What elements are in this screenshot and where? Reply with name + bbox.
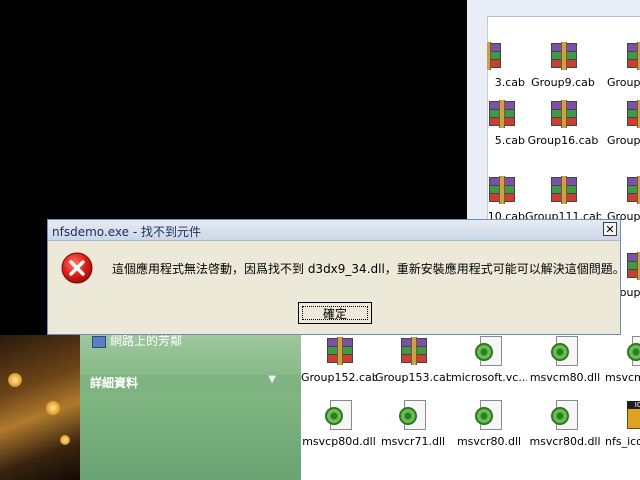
file-label: Group1 <box>607 134 640 147</box>
file-label: Group9.cab <box>531 76 595 89</box>
file-label: msvcp80d.dll <box>302 435 376 448</box>
chevron-down-icon[interactable]: ▼ <box>268 374 276 385</box>
ok-button[interactable]: 確定 <box>298 302 372 324</box>
file-item[interactable]: msvcm80.dll <box>527 335 603 384</box>
rar-archive-icon <box>547 174 579 206</box>
rar-archive-icon <box>487 174 517 206</box>
file-label: Group152.cab <box>301 371 377 384</box>
dll-file-icon <box>473 335 505 367</box>
rar-archive-icon <box>547 98 579 130</box>
file-label: nfs_ico <box>605 435 640 448</box>
file-label: microsoft.vc... <box>451 371 527 384</box>
file-item[interactable]: Group153.cab <box>375 335 451 384</box>
file-item[interactable]: Group152.cab <box>301 335 377 384</box>
rar-archive-icon <box>623 98 640 130</box>
file-item[interactable]: ICO nfs_ico <box>605 399 640 448</box>
dll-file-icon <box>397 399 429 431</box>
rar-archive-icon <box>487 98 517 130</box>
file-label: msvcm8 <box>605 371 640 384</box>
close-button[interactable]: ✕ <box>603 222 617 236</box>
file-label: msvcr71.dll <box>380 435 446 448</box>
file-label: msvcr80d.dll <box>529 435 601 448</box>
desktop-wallpaper-photo <box>0 335 80 480</box>
file-item[interactable]: microsoft.vc... <box>451 335 527 384</box>
details-title: 詳細資料 <box>90 376 139 390</box>
nfs-ico-file-icon: ICO <box>625 399 640 431</box>
file-label: Group16.cab <box>527 134 599 147</box>
file-label: Group153.cab <box>375 371 451 384</box>
dialog-message: 這個應用程式無法啓動，因爲找不到 d3dx9_34.dll，重新安裝應用程式可能… <box>112 262 625 276</box>
file-label: 3.cab <box>494 76 525 89</box>
rar-archive-icon <box>623 40 640 72</box>
dialog-title: nfsdemo.exe - 找不到元件 <box>52 225 201 239</box>
rar-archive-icon <box>323 335 355 367</box>
file-item[interactable]: 3.cab <box>487 40 525 89</box>
network-icon <box>92 335 106 348</box>
error-icon <box>61 252 93 284</box>
desktop-screen: { "dialog": { "title": "nfsdemo.exe - 找不… <box>0 0 640 480</box>
rar-archive-icon <box>487 40 503 72</box>
file-item[interactable]: 5.cab <box>487 98 525 147</box>
ok-button-label: 確定 <box>322 307 347 321</box>
file-label: msvcr80.dll <box>456 435 522 448</box>
file-label: msvcm80.dll <box>529 371 601 384</box>
file-item[interactable]: Group1 <box>597 174 640 223</box>
dll-file-icon <box>625 335 640 367</box>
file-item[interactable]: msvcr80.dll <box>451 399 527 448</box>
error-dialog: nfsdemo.exe - 找不到元件 ✕ 這個應用程式無法啓動，因爲找不到 d… <box>47 219 625 335</box>
file-item[interactable]: Group111.cab <box>525 174 601 223</box>
file-label: Group1 <box>607 76 640 89</box>
details-section-header[interactable]: 詳細資料 ▼ <box>90 374 290 392</box>
dll-file-icon <box>323 399 355 431</box>
rar-archive-icon <box>397 335 429 367</box>
file-item[interactable]: msvcr71.dll <box>375 399 451 448</box>
task-item-label: 網路上的芳鄰 <box>110 334 183 348</box>
file-item[interactable]: Group9.cab <box>525 40 601 89</box>
rar-archive-icon <box>623 174 640 206</box>
file-item[interactable]: Group16.cab <box>525 98 601 147</box>
file-item[interactable]: Group1 <box>597 40 640 89</box>
file-item[interactable]: msvcm8 <box>605 335 640 384</box>
file-item[interactable]: msvcr80d.dll <box>527 399 603 448</box>
rar-archive-icon <box>623 250 640 282</box>
details-section-body <box>80 394 301 480</box>
explorer-file-grid: Group152.cab Group153.cab microsoft.vc..… <box>301 335 640 480</box>
dialog-titlebar[interactable]: nfsdemo.exe - 找不到元件 ✕ <box>48 220 620 241</box>
file-label: 5.cab <box>494 134 525 147</box>
rar-archive-icon <box>547 40 579 72</box>
dll-file-icon <box>549 335 581 367</box>
explorer-toolbar <box>487 0 640 17</box>
dll-file-icon <box>549 399 581 431</box>
file-item[interactable]: 10.cab <box>487 174 525 223</box>
dll-file-icon <box>473 399 505 431</box>
file-item[interactable]: Group1 <box>597 98 640 147</box>
file-item[interactable]: msvcp80d.dll <box>301 399 377 448</box>
